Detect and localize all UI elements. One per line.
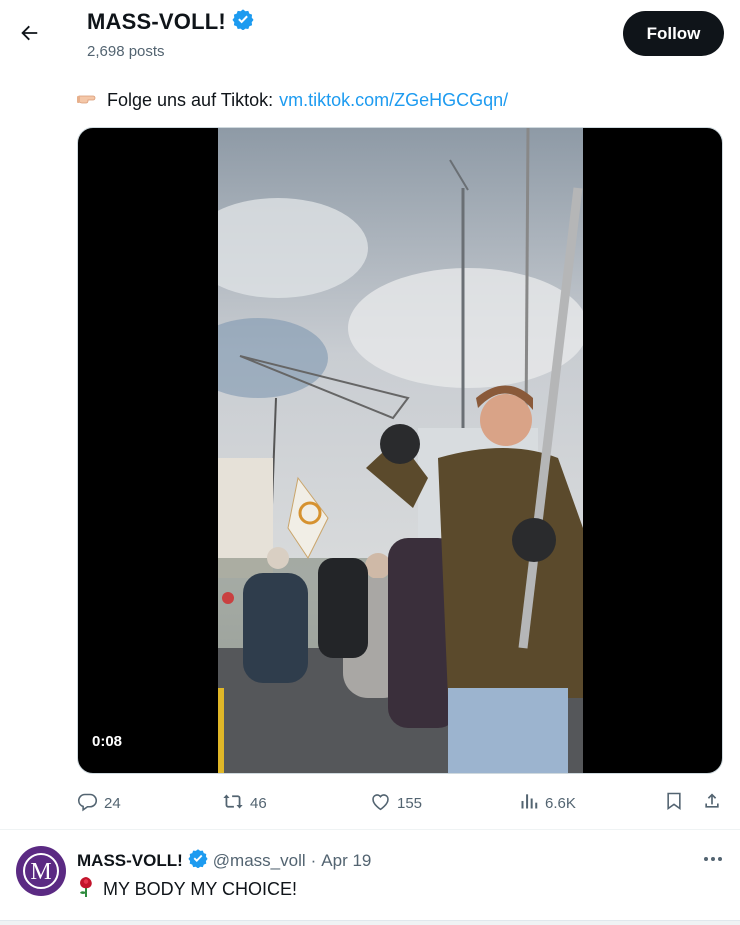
verified-badge-icon	[232, 8, 254, 35]
reply-icon	[77, 791, 98, 816]
reply-button[interactable]: 24	[77, 790, 121, 816]
profile-name: MASS-VOLL!	[87, 8, 226, 34]
repost-icon	[222, 791, 244, 816]
bottom-divider	[0, 920, 740, 925]
back-arrow-icon[interactable]	[14, 18, 44, 48]
tiktok-link[interactable]: vm.tiktok.com/ZGeHGCGqn/	[279, 90, 508, 111]
video-player[interactable]: 0:08	[77, 127, 723, 774]
share-button[interactable]	[702, 790, 722, 816]
views-button[interactable]: 6.6K	[519, 790, 576, 816]
bookmark-button[interactable]	[664, 790, 684, 816]
reply-count: 24	[104, 794, 121, 812]
profile-title: MASS-VOLL!	[87, 8, 254, 35]
tweet-text: Folge uns auf Tiktok: vm.tiktok.com/ZGeH…	[77, 88, 508, 113]
video-frame	[218, 128, 583, 773]
post-count: 2,698 posts	[87, 43, 165, 60]
share-icon	[702, 791, 722, 815]
like-button[interactable]: 155	[370, 790, 422, 816]
pointing-hand-icon	[77, 88, 101, 113]
reply-header: MASS-VOLL! @mass_voll · Apr 19	[77, 848, 371, 873]
tweet-body: Folge uns auf Tiktok:	[107, 90, 274, 110]
views-count: 6.6K	[545, 794, 576, 812]
repost-count: 46	[250, 794, 267, 812]
bookmark-icon	[664, 791, 684, 815]
views-icon	[519, 791, 539, 815]
repost-button[interactable]: 46	[222, 790, 267, 816]
profile-header: MASS-VOLL! 2,698 posts Follow	[0, 0, 740, 70]
avatar[interactable]: M	[16, 846, 66, 896]
follow-button[interactable]: Follow	[623, 11, 724, 56]
svg-text:M: M	[30, 859, 51, 885]
reply-date[interactable]: Apr 19	[321, 851, 371, 871]
like-icon	[370, 791, 391, 816]
reply-body: MY BODY MY CHOICE!	[103, 879, 298, 899]
video-timestamp: 0:08	[92, 733, 123, 750]
meta-separator: ·	[310, 850, 317, 870]
like-count: 155	[397, 794, 423, 812]
verified-badge-icon	[188, 848, 208, 873]
rose-icon	[77, 876, 95, 903]
reply-handle[interactable]: @mass_voll	[213, 851, 306, 871]
reply-author-name[interactable]: MASS-VOLL!	[77, 851, 183, 871]
reply-text: MY BODY MY CHOICE!	[77, 876, 297, 903]
reply-tweet[interactable]: M MASS-VOLL! @mass_voll · Apr 19 MY BODY…	[0, 830, 740, 920]
action-bar: 24 46 155 6.6K	[77, 790, 727, 816]
more-icon[interactable]	[700, 846, 726, 872]
